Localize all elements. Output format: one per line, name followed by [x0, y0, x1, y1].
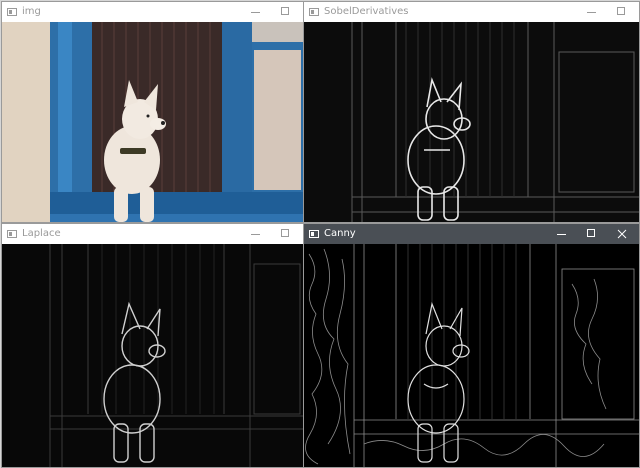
minimize-icon: [557, 234, 566, 235]
minimize-icon: [251, 234, 260, 235]
maximize-button[interactable]: [271, 224, 301, 244]
opencv-window-icon: [7, 8, 17, 16]
maximize-button[interactable]: [607, 2, 637, 22]
close-icon: [617, 229, 627, 239]
window-laplace: Laplace: [1, 223, 304, 468]
titlebar-canny[interactable]: Canny: [304, 224, 639, 244]
minimize-icon: [251, 12, 260, 13]
titlebar-sobel[interactable]: SobelDerivatives: [304, 2, 639, 22]
image-laplace: [2, 244, 303, 467]
minimize-button[interactable]: [241, 224, 271, 244]
image-original: [2, 22, 303, 222]
maximize-icon: [281, 7, 289, 15]
maximize-button[interactable]: [271, 2, 301, 22]
image-sobel: [304, 22, 639, 222]
opencv-window-icon: [7, 230, 17, 238]
maximize-icon: [617, 7, 625, 15]
window-canny: Canny: [303, 223, 640, 468]
close-button[interactable]: [607, 224, 637, 244]
titlebar-laplace[interactable]: Laplace: [2, 224, 303, 244]
minimize-icon: [587, 12, 596, 13]
window-title: Canny: [324, 228, 356, 239]
opencv-window-icon: [309, 8, 319, 16]
window-title: Laplace: [22, 228, 61, 239]
minimize-button[interactable]: [241, 2, 271, 22]
titlebar-img[interactable]: img: [2, 2, 303, 22]
image-canny: [304, 244, 639, 467]
maximize-icon: [587, 229, 595, 237]
window-title: img: [22, 6, 41, 17]
maximize-button[interactable]: [577, 224, 607, 244]
window-sobel: SobelDerivatives: [303, 1, 640, 223]
minimize-button[interactable]: [547, 224, 577, 244]
window-img: img: [1, 1, 304, 223]
minimize-button[interactable]: [577, 2, 607, 22]
maximize-icon: [281, 229, 289, 237]
opencv-window-icon: [309, 230, 319, 238]
window-title: SobelDerivatives: [324, 6, 409, 17]
